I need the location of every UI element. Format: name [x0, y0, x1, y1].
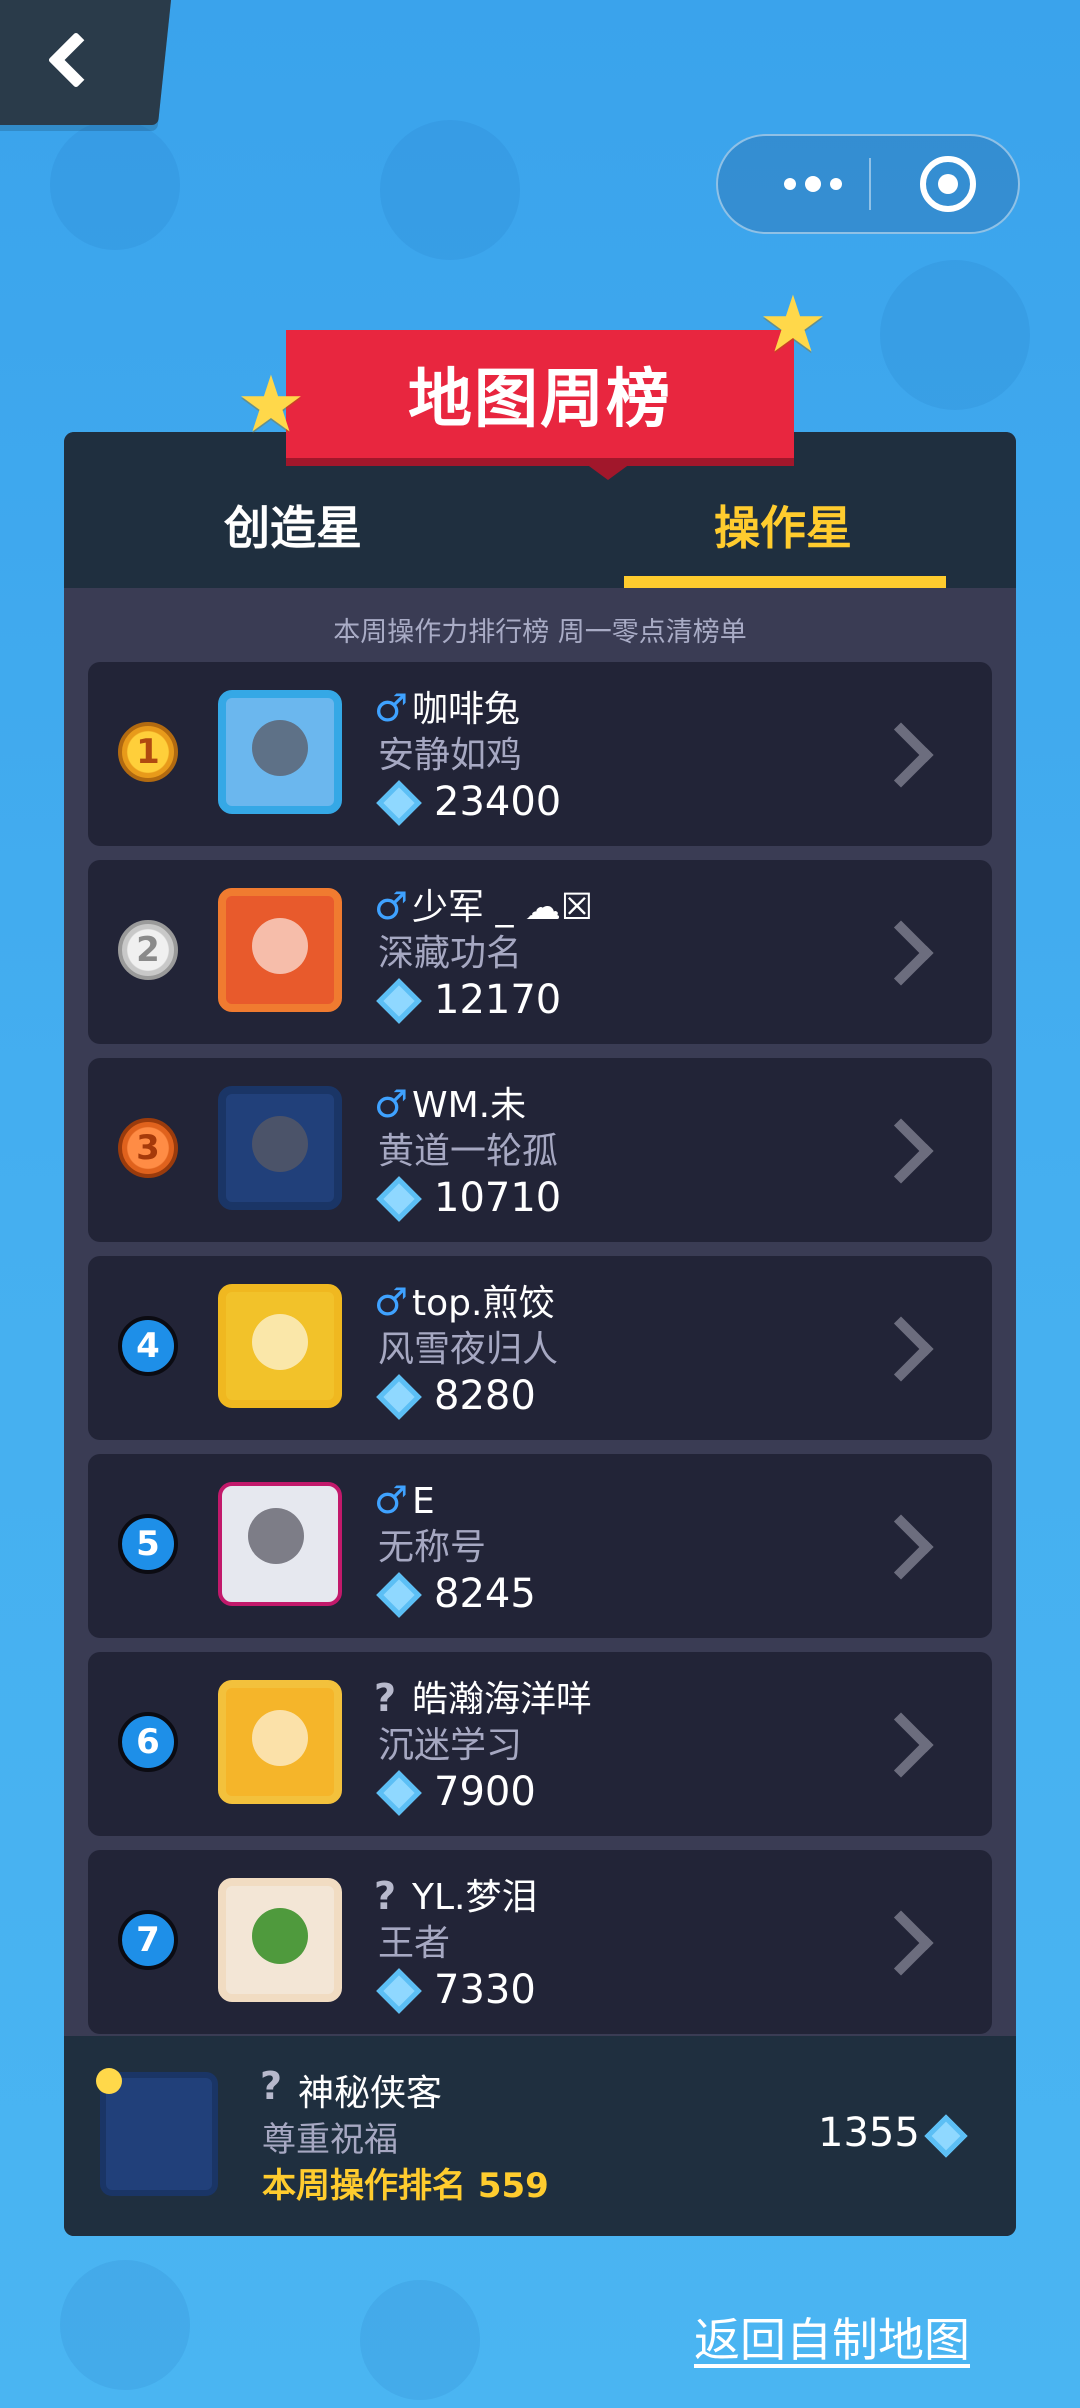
player-score: 23400 — [434, 779, 562, 825]
page-title: 地图周榜 — [286, 330, 794, 458]
diamond-icon — [924, 2114, 968, 2158]
diamond-icon — [376, 780, 422, 826]
unknown-gender-icon: ? — [374, 1874, 397, 1918]
male-icon: ♂ — [374, 1082, 409, 1126]
avatar — [218, 1284, 342, 1408]
male-icon: ♂ — [374, 1478, 409, 1522]
rank-medal-gold: 1 — [118, 722, 178, 782]
ranking-row[interactable]: 5 ♂ E 无称号 8245 — [88, 1454, 992, 1638]
ribbon-tail — [578, 458, 638, 480]
my-rank-bar: ? 神秘侠客 尊重祝福 本周操作排名 559 1355 — [64, 2036, 1016, 2236]
unknown-gender-icon: ? — [374, 1676, 397, 1720]
player-score: 8245 — [434, 1571, 536, 1617]
player-name: E — [412, 1481, 435, 1522]
rank-badge: 4 — [118, 1316, 178, 1376]
chevron-right-icon — [868, 1712, 934, 1778]
player-name: 少军 _ ☁☒ — [412, 887, 594, 928]
star-icon: ★ — [236, 360, 306, 450]
male-icon: ♂ — [374, 884, 409, 928]
leaderboard-panel: 创造星 操作星 本周操作力排行榜 周一零点清榜单 1 ♂ 咖啡兔 安静如鸡 23… — [64, 432, 1016, 2236]
diamond-icon — [376, 1770, 422, 1816]
my-avatar — [96, 2068, 218, 2196]
close-target-icon[interactable] — [920, 156, 976, 212]
player-title: 风雪夜归人 — [378, 1329, 559, 1370]
player-title: 沉迷学习 — [378, 1725, 523, 1766]
player-score: 7330 — [434, 1967, 536, 2013]
tab-operator-star[interactable]: 操作星 — [714, 492, 852, 558]
male-icon: ♂ — [374, 1280, 409, 1324]
my-name: 神秘侠客 — [298, 2073, 443, 2114]
male-icon: ♂ — [374, 686, 409, 730]
player-name: 咖啡兔 — [412, 689, 521, 730]
player-title: 黄道一轮孤 — [378, 1131, 559, 1172]
avatar — [218, 1482, 342, 1606]
avatar — [218, 1680, 342, 1804]
my-title: 尊重祝福 — [262, 2120, 398, 2160]
diamond-icon — [376, 978, 422, 1024]
chevron-right-icon — [868, 722, 934, 788]
player-name: top.煎饺 — [412, 1283, 555, 1324]
ranking-row[interactable]: 4 ♂ top.煎饺 风雪夜归人 8280 — [88, 1256, 992, 1440]
chevron-right-icon — [868, 920, 934, 986]
chevron-right-icon — [868, 1316, 934, 1382]
return-to-custom-maps-link[interactable]: 返回自制地图 — [694, 2304, 970, 2370]
ranking-row[interactable]: 1 ♂ 咖啡兔 安静如鸡 23400 — [88, 662, 992, 846]
player-score: 10710 — [434, 1175, 562, 1221]
avatar — [218, 690, 342, 814]
diamond-icon — [376, 1176, 422, 1222]
rank-medal-silver: 2 — [118, 920, 178, 980]
my-weekly-rank: 本周操作排名 559 — [262, 2166, 549, 2206]
rank-medal-bronze: 3 — [118, 1118, 178, 1178]
leaderboard-subtitle: 本周操作力排行榜 周一零点清榜单 — [333, 617, 747, 648]
active-tab-indicator — [624, 576, 946, 588]
background-decoration — [60, 2260, 190, 2390]
player-title: 安静如鸡 — [378, 735, 523, 776]
mini-program-capsule — [716, 134, 1020, 234]
player-name: WM.未 — [412, 1085, 527, 1126]
star-icon: ★ — [758, 280, 828, 370]
avatar — [218, 1878, 342, 2002]
ranking-row[interactable]: 2 ♂ 少军 _ ☁☒ 深藏功名 12170 — [88, 860, 992, 1044]
player-title: 王者 — [378, 1923, 451, 1964]
background-decoration — [380, 120, 520, 260]
avatar — [218, 888, 342, 1012]
capsule-divider — [869, 158, 871, 210]
more-options-icon[interactable] — [758, 136, 868, 232]
unknown-gender-icon: ? — [260, 2064, 283, 2108]
chevron-right-icon — [868, 1514, 934, 1580]
my-score: 1355 — [818, 2110, 920, 2156]
background-decoration — [50, 120, 180, 250]
rank-badge: 6 — [118, 1712, 178, 1772]
diamond-icon — [376, 1374, 422, 1420]
background-decoration — [880, 260, 1030, 410]
rank-badge: 7 — [118, 1910, 178, 1970]
diamond-icon — [376, 1968, 422, 2014]
diamond-icon — [376, 1572, 422, 1618]
player-title: 深藏功名 — [378, 933, 523, 974]
player-score: 8280 — [434, 1373, 536, 1419]
chevron-right-icon — [868, 1910, 934, 1976]
avatar — [218, 1086, 342, 1210]
player-score: 7900 — [434, 1769, 536, 1815]
ranking-row[interactable]: 3 ♂ WM.未 黄道一轮孤 10710 — [88, 1058, 992, 1242]
background-decoration — [360, 2280, 480, 2400]
chevron-right-icon — [868, 1118, 934, 1184]
player-score: 12170 — [434, 977, 562, 1023]
rank-badge: 5 — [118, 1514, 178, 1574]
ranking-row[interactable]: 7 ? YL.梦泪 王者 7330 — [88, 1850, 992, 2034]
tab-creator-star[interactable]: 创造星 — [224, 492, 362, 558]
player-name: YL.梦泪 — [412, 1877, 538, 1918]
player-name: 皓瀚海洋咩 — [412, 1679, 593, 1720]
player-title: 无称号 — [378, 1527, 487, 1568]
ranking-row[interactable]: 6 ? 皓瀚海洋咩 沉迷学习 7900 — [88, 1652, 992, 1836]
